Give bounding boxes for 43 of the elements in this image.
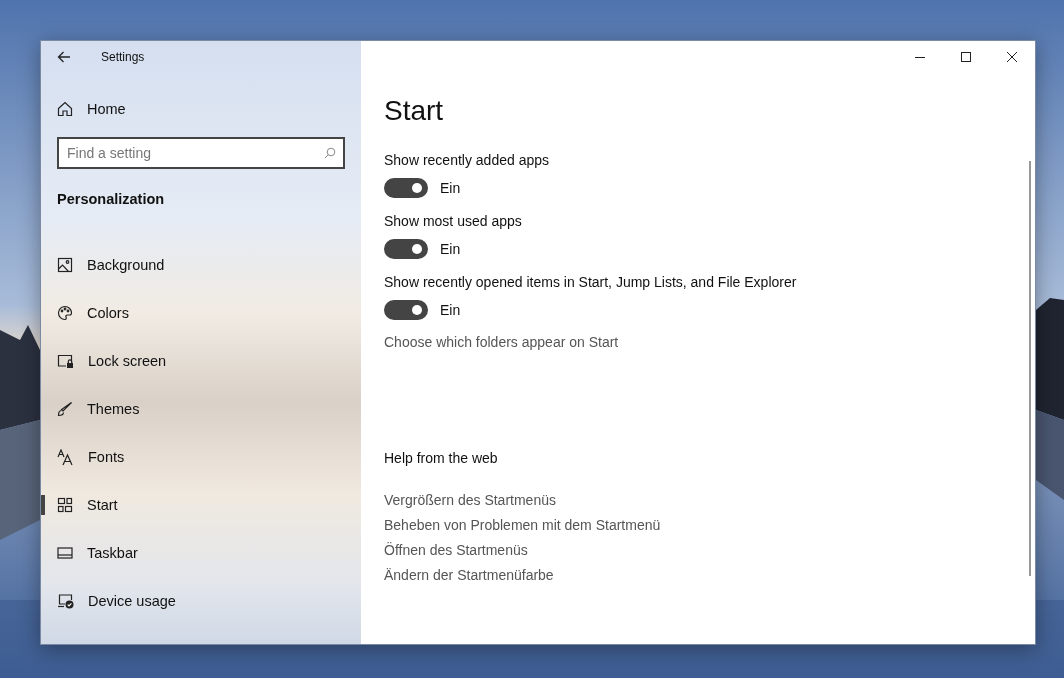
sidebar-item[interactable]: Start — [41, 481, 361, 529]
sidebar-item[interactable]: Background — [41, 241, 361, 289]
close-icon — [1007, 52, 1017, 62]
taskbar-icon — [57, 545, 73, 561]
setting-label: Show most used apps — [384, 213, 522, 229]
help-heading: Help from the web — [384, 450, 499, 466]
palette-icon — [57, 305, 73, 321]
help-link[interactable]: Vergrößern des Startmenüs — [384, 492, 556, 508]
setting-label: Show recently added apps — [384, 152, 549, 168]
brush-icon — [57, 401, 73, 417]
picture-icon — [57, 257, 73, 273]
toggle-switch[interactable] — [384, 178, 428, 198]
lock-screen-icon — [57, 353, 74, 369]
sidebar-item[interactable]: Colors — [41, 289, 361, 337]
toggle-state: Ein — [440, 180, 461, 196]
page-title: Start — [384, 95, 445, 127]
sidebar-item[interactable]: Themes — [41, 385, 361, 433]
sidebar-item[interactable]: Taskbar — [41, 529, 361, 577]
folders-link[interactable]: Choose which folders appear on Start — [384, 334, 619, 350]
toggle-state: Ein — [440, 241, 461, 257]
help-link[interactable]: Ändern der Startmenüfarbe — [384, 567, 554, 583]
setting-label: Show recently opened items in Start, Jump Lists, and File Explorer — [384, 274, 797, 290]
back-arrow-icon[interactable] — [57, 51, 71, 63]
minimize-icon — [915, 56, 925, 58]
maximize-icon — [961, 52, 971, 62]
toggle-switch[interactable] — [384, 239, 428, 259]
sidebar-item[interactable]: Lock screen — [41, 337, 361, 385]
tiles-icon — [57, 497, 73, 513]
window-title: Settings — [101, 50, 145, 64]
section-heading: Personalization — [57, 191, 166, 207]
font-icon — [57, 448, 74, 466]
toggle-state: Ein — [440, 302, 461, 318]
help-link[interactable]: Öffnen des Startmenüs — [384, 542, 528, 558]
search-icon — [324, 147, 336, 159]
toggle-switch[interactable] — [384, 300, 428, 320]
device-check-icon — [57, 593, 74, 609]
sidebar-item[interactable]: Device usage — [41, 577, 361, 625]
home-icon — [57, 101, 73, 117]
scrollbar[interactable] — [1029, 161, 1031, 576]
home-link[interactable]: Home — [57, 101, 361, 117]
search-field[interactable]: Find a setting — [57, 137, 345, 169]
sidebar-item[interactable]: Fonts — [41, 433, 361, 481]
help-link[interactable]: Beheben von Problemen mit dem Startmenü — [384, 517, 661, 533]
